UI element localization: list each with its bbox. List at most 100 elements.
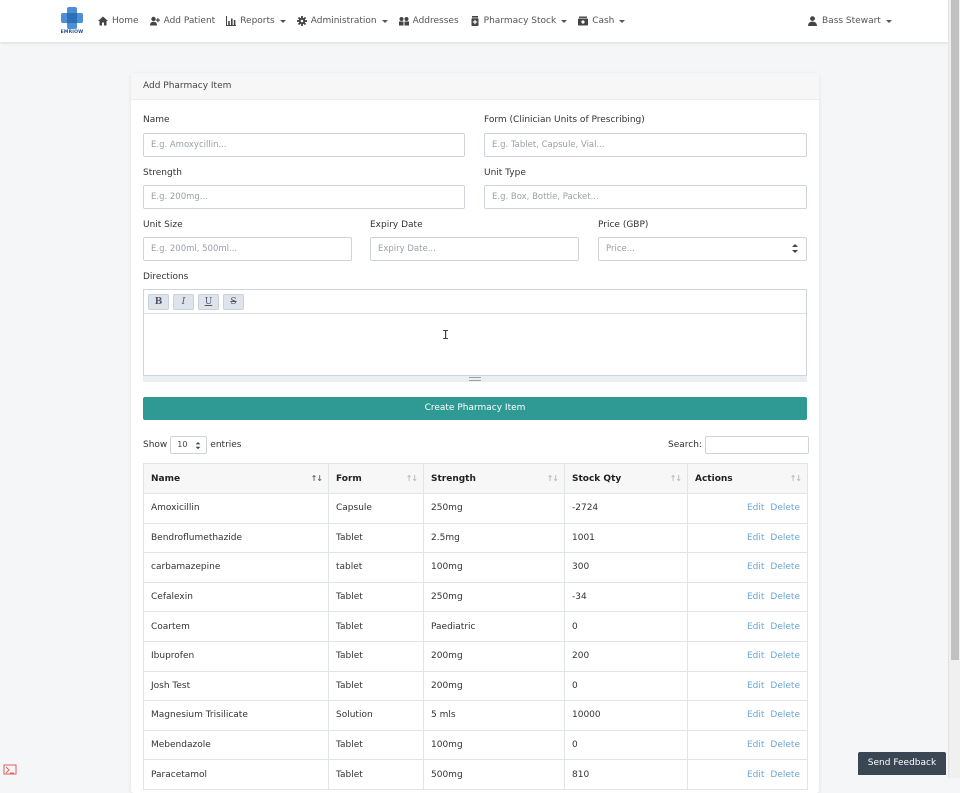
table-row: Amoxicillin Capsule 250mg -2724 Edit Delete: [143, 493, 808, 524]
chevron-down-icon: [279, 19, 286, 23]
delete-link[interactable]: Delete: [770, 622, 800, 632]
expiry-date-input[interactable]: Expiry Date...: [370, 237, 579, 261]
debugbar-icon[interactable]: [3, 762, 19, 776]
strikethrough-button[interactable]: S: [223, 293, 244, 310]
nav-item-administration[interactable]: Administration: [296, 16, 388, 26]
edit-link[interactable]: Edit: [747, 740, 764, 750]
strength-input[interactable]: E.g. 200mg...: [143, 185, 465, 209]
expiry-date-label: Expiry Date: [370, 220, 423, 230]
cell-strength: 500mg: [423, 759, 565, 790]
italic-button[interactable]: I: [173, 293, 194, 310]
edit-link[interactable]: Edit: [747, 592, 764, 602]
cell-strength: 5 mls: [423, 700, 565, 731]
send-feedback-button[interactable]: Send Feedback: [858, 752, 946, 775]
brand-logo-text: EMRIOW: [60, 30, 84, 35]
nav-item-add-patient[interactable]: Add Patient: [149, 16, 215, 26]
cell-stock-qty: 10000: [564, 700, 688, 731]
edit-link[interactable]: Edit: [747, 562, 764, 572]
cell-stock-qty: 810: [564, 759, 688, 790]
cell-form: Tablet: [328, 759, 424, 790]
editor-resize-handle[interactable]: [143, 376, 807, 382]
delete-link[interactable]: Delete: [770, 562, 800, 572]
cell-form: Capsule: [328, 493, 424, 524]
delete-link[interactable]: Delete: [770, 651, 800, 661]
nav-item-label: Administration: [310, 16, 377, 26]
nav-item-cash[interactable]: Cash: [578, 16, 626, 26]
cell-actions: Edit Delete: [687, 759, 808, 790]
table-row: Coartem Tablet Paediatric 0 Edit Delete: [143, 611, 808, 642]
table-search: Search:: [668, 436, 809, 454]
main-nav: Home Add Patient Reports Administration Addr…: [98, 0, 636, 42]
nav-item-addresses[interactable]: Addresses: [398, 16, 459, 26]
price-label: Price (GBP): [598, 220, 649, 230]
directions-textarea[interactable]: I: [144, 314, 806, 376]
nav-item-home[interactable]: Home: [98, 16, 139, 26]
table-row: Paracetamol Tablet 500mg 810 Edit Delete: [143, 759, 808, 790]
cell-stock-qty: 0: [564, 611, 688, 642]
entries-select[interactable]: 10: [170, 436, 208, 454]
column-header-strength[interactable]: Strength ↑↓: [423, 463, 565, 494]
user-menu[interactable]: Bass Stewart: [808, 0, 892, 42]
edit-link[interactable]: Edit: [747, 681, 764, 691]
scrollbar-thumb[interactable]: [951, 0, 959, 660]
column-header-actions[interactable]: Actions ↑↓: [687, 463, 808, 494]
entries-label: entries: [210, 440, 242, 450]
unit-type-input[interactable]: E.g. Box, Bottle, Packet...: [484, 185, 807, 209]
column-header-stock-qty[interactable]: Stock Qty ↑↓: [564, 463, 688, 494]
search-input[interactable]: [704, 436, 809, 454]
chevron-down-icon: [381, 19, 388, 23]
column-header-name[interactable]: Name ↑↓: [143, 463, 329, 494]
name-input[interactable]: E.g. Amoxycillin...: [143, 133, 465, 157]
cell-name: Amoxicillin: [143, 493, 329, 524]
search-label: Search:: [668, 440, 702, 450]
cell-stock-qty: 200: [564, 640, 688, 672]
table-row: Ibuprofen Tablet 200mg 200 Edit Delete: [143, 640, 808, 672]
page-scrollbar[interactable]: [948, 0, 960, 778]
cell-name: Cefalexin: [143, 581, 329, 613]
sort-icon: ↑↓: [405, 474, 418, 483]
map-icon: [398, 17, 409, 26]
column-label: Actions: [695, 473, 733, 484]
edit-link[interactable]: Edit: [747, 651, 764, 661]
delete-link[interactable]: Delete: [770, 681, 800, 691]
unit-size-input[interactable]: E.g. 200ml, 500ml...: [143, 237, 352, 261]
pharmacy-items-table: Name ↑↓ Form ↑↓ Strength ↑↓ Stock Qty ↑↓ Act…: [143, 463, 808, 790]
brand-logo[interactable]: EMRIOW: [58, 6, 86, 36]
edit-link[interactable]: Edit: [747, 533, 764, 543]
edit-link[interactable]: Edit: [747, 770, 764, 780]
delete-link[interactable]: Delete: [770, 770, 800, 780]
delete-link[interactable]: Delete: [770, 740, 800, 750]
cell-form: Tablet: [328, 522, 424, 554]
column-header-form[interactable]: Form ↑↓: [328, 463, 424, 494]
form-input[interactable]: E.g. Tablet, Capsule, Vial...: [484, 133, 807, 157]
delete-link[interactable]: Delete: [770, 503, 800, 513]
cell-form: Tablet: [328, 670, 424, 702]
edit-link[interactable]: Edit: [747, 503, 764, 513]
cell-name: Paracetamol: [143, 759, 329, 790]
cell-stock-qty: -34: [564, 581, 688, 613]
sort-icon: ↑↓: [789, 474, 802, 483]
sort-icon: ↑↓: [310, 474, 323, 483]
number-stepper-icon[interactable]: [792, 244, 798, 254]
nav-item-reports[interactable]: Reports: [226, 16, 286, 26]
delete-link[interactable]: Delete: [770, 710, 800, 720]
create-pharmacy-item-button[interactable]: Create Pharmacy Item: [143, 397, 807, 420]
nav-item-pharmacy-stock[interactable]: Pharmacy Stock: [470, 16, 568, 26]
pharmacy-icon: [471, 16, 479, 26]
edit-link[interactable]: Edit: [747, 710, 764, 720]
select-arrows-icon: [195, 442, 201, 450]
user-icon: [808, 16, 817, 26]
cell-actions: Edit Delete: [687, 493, 808, 524]
underline-button[interactable]: U: [198, 293, 219, 310]
unit-size-label: Unit Size: [143, 220, 183, 230]
text-cursor-icon: I: [442, 328, 450, 342]
price-input[interactable]: Price...: [598, 237, 807, 261]
form-label: Form (Clinician Units of Prescribing): [484, 115, 645, 125]
nav-item-label: Addresses: [412, 16, 459, 26]
cell-actions: Edit Delete: [687, 552, 808, 583]
bold-button[interactable]: B: [148, 293, 169, 310]
chevron-down-icon: [885, 19, 892, 23]
edit-link[interactable]: Edit: [747, 622, 764, 632]
delete-link[interactable]: Delete: [770, 592, 800, 602]
delete-link[interactable]: Delete: [770, 533, 800, 543]
